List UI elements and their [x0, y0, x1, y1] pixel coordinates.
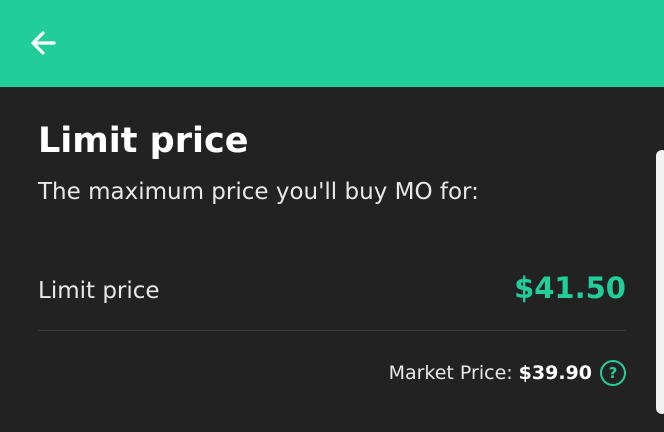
question-circle-icon[interactable]: ?: [600, 360, 626, 386]
question-mark-glyph: ?: [608, 363, 618, 382]
market-price-value: $39.90: [518, 362, 592, 384]
scrollbar-thumb[interactable]: [656, 150, 664, 414]
limit-price-value[interactable]: $41.50: [514, 269, 626, 307]
back-button[interactable]: [20, 20, 66, 66]
market-price-info: Market Price: $39.90 ?: [389, 359, 626, 387]
divider: [38, 330, 626, 331]
page-subtitle: The maximum price you'll buy MO for:: [38, 179, 479, 205]
limit-price-row[interactable]: Limit price $41.50: [38, 267, 626, 313]
arrow-left-icon: [31, 31, 56, 55]
page-title: Limit price: [38, 121, 249, 161]
top-app-bar: [0, 0, 664, 87]
limit-price-screen: Limit price The maximum price you'll buy…: [0, 0, 664, 432]
limit-price-label: Limit price: [38, 278, 160, 304]
market-price-label: Market Price:: [388, 362, 513, 384]
